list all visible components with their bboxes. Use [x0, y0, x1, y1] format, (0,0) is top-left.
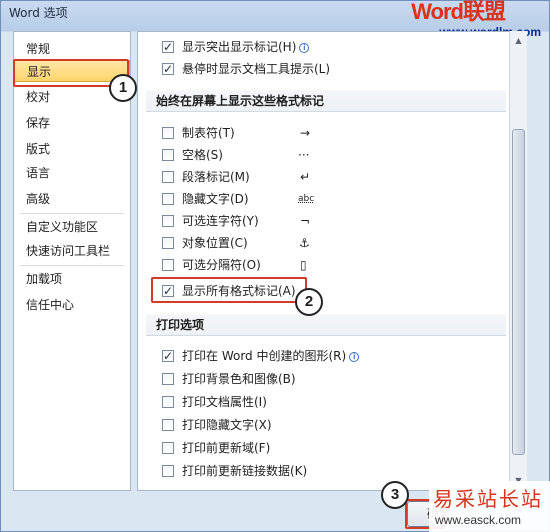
- option-update-linked-data-before-printing[interactable]: 打印前更新链接数据(K): [138, 460, 508, 482]
- scroll-thumb[interactable]: [512, 129, 525, 455]
- callout-2: 2: [295, 288, 323, 316]
- section-formatting-marks: 始终在屏幕上显示这些格式标记: [146, 90, 506, 112]
- checkbox[interactable]: [162, 345, 174, 367]
- nav-item-advanced[interactable]: 高级: [14, 188, 130, 210]
- nav-item-customize-ribbon[interactable]: 自定义功能区: [14, 216, 130, 238]
- callout-3: 3: [381, 481, 409, 509]
- callout-1: 1: [109, 74, 137, 102]
- checkbox[interactable]: [162, 396, 174, 408]
- nav-item-language[interactable]: 语言: [14, 162, 130, 184]
- tab-mark-icon: →: [300, 126, 311, 140]
- checkbox[interactable]: [162, 465, 174, 477]
- option-tab-characters[interactable]: 制表符(T) →: [138, 122, 508, 144]
- word-options-dialog: Word 选项 Word联盟 www.wordlm.com 常规 显示 校对 保…: [0, 0, 550, 532]
- space-mark-icon: ···: [298, 148, 310, 162]
- scroll-up-icon[interactable]: ▲: [510, 33, 527, 49]
- nav-separator: [20, 213, 124, 214]
- checkbox[interactable]: [162, 419, 174, 431]
- optional-hyphen-icon: ¬: [300, 214, 311, 228]
- nav-item-save[interactable]: 保存: [14, 112, 130, 134]
- checkbox[interactable]: [162, 193, 174, 205]
- info-icon: i: [349, 352, 360, 362]
- checkbox[interactable]: [162, 171, 174, 183]
- checkbox[interactable]: [162, 215, 174, 227]
- optional-break-icon: ▯: [300, 258, 307, 272]
- checkbox[interactable]: [162, 442, 174, 454]
- option-hidden-text[interactable]: 隐藏文字(D) abc: [138, 188, 508, 210]
- show-all-marks-highlight-box: [151, 277, 307, 303]
- option-spaces[interactable]: 空格(S) ···: [138, 144, 508, 166]
- info-icon: i: [299, 43, 310, 53]
- watermark-logo: Word联盟: [411, 0, 506, 24]
- option-optional-breaks[interactable]: 可选分隔符(O) ▯: [138, 254, 508, 276]
- checkbox[interactable]: [162, 58, 174, 80]
- nav-item-quick-access-toolbar[interactable]: 快速访问工具栏: [14, 240, 130, 262]
- option-print-background[interactable]: 打印背景色和图像(B): [138, 368, 508, 390]
- nav-item-trust-center[interactable]: 信任中心: [14, 294, 130, 316]
- checkbox[interactable]: [162, 373, 174, 385]
- nav-separator: [20, 265, 124, 266]
- nav-item-layout[interactable]: 版式: [14, 138, 130, 160]
- checkbox[interactable]: [162, 36, 174, 58]
- display-options-panel: 显示突出显示标记(H)i 悬停时显示文档工具提示(L) 始终在屏幕上显示这些格式…: [137, 31, 527, 491]
- option-print-document-properties[interactable]: 打印文档属性(I): [138, 391, 508, 413]
- option-print-hidden-text[interactable]: 打印隐藏文字(X): [138, 414, 508, 436]
- hidden-text-icon: abc: [298, 194, 315, 204]
- option-object-anchors[interactable]: 对象位置(C) ⚓: [138, 232, 508, 254]
- options-scrollbar[interactable]: ▲ ▼: [509, 31, 527, 491]
- window-title: Word 选项: [9, 6, 68, 20]
- checkbox[interactable]: [162, 259, 174, 271]
- footer-watermark: 易采站长站 www.easck.com: [429, 481, 550, 532]
- option-optional-hyphens[interactable]: 可选连字符(Y) ¬: [138, 210, 508, 232]
- checkbox[interactable]: [162, 237, 174, 249]
- option-print-drawings[interactable]: 打印在 Word 中创建的图形(R)i: [138, 345, 508, 367]
- paragraph-mark-icon: ↵: [300, 170, 311, 184]
- option-paragraph-marks[interactable]: 段落标记(M) ↵: [138, 166, 508, 188]
- anchor-icon: ⚓: [299, 236, 310, 250]
- option-update-fields-before-printing[interactable]: 打印前更新域(F): [138, 437, 508, 459]
- footer-watermark-text: 易采站长站: [433, 487, 543, 511]
- option-show-highlighter-marks[interactable]: 显示突出显示标记(H)i: [138, 36, 508, 58]
- nav-item-add-ins[interactable]: 加载项: [14, 268, 130, 290]
- option-show-document-tooltips[interactable]: 悬停时显示文档工具提示(L): [138, 58, 508, 80]
- checkbox[interactable]: [162, 127, 174, 139]
- nav-item-general[interactable]: 常规: [14, 38, 130, 60]
- footer-watermark-url: www.easck.com: [435, 513, 522, 527]
- options-nav: 常规 显示 校对 保存 版式 语言 高级 自定义功能区 快速访问工具栏 加载项 …: [13, 31, 131, 491]
- section-printing-options: 打印选项: [146, 314, 506, 336]
- checkbox[interactable]: [162, 149, 174, 161]
